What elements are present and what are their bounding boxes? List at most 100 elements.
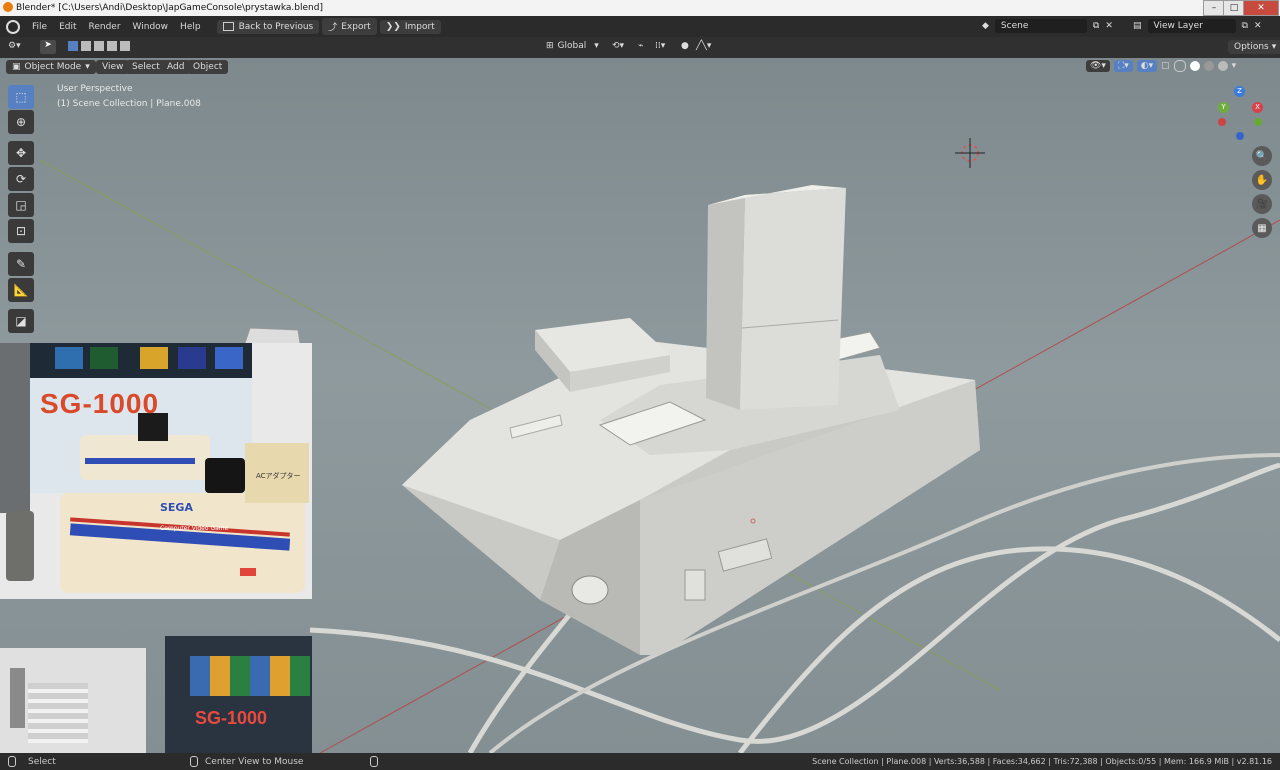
maximize-icon[interactable]: □ [1223, 0, 1245, 16]
delete-scene-icon[interactable]: ✕ [1105, 21, 1113, 31]
editor-type-icon[interactable]: ⚙▾ [8, 41, 21, 51]
shading-options-icon[interactable]: ▾ [1232, 61, 1237, 71]
camera-view-icon[interactable]: 🎥 [1252, 194, 1272, 214]
select-box-tool[interactable]: ⬚ [8, 85, 34, 109]
gizmo-icon[interactable]: ⛶▾ [1113, 60, 1133, 72]
navigation-gizmo[interactable]: Z Y X [1214, 84, 1270, 144]
x-axis-gizmo[interactable]: X [1252, 102, 1263, 113]
zoom-icon[interactable]: 🔍 [1252, 146, 1272, 166]
scale-icon: ◲ [15, 198, 27, 212]
game-tile-5 [215, 347, 243, 369]
export-button[interactable]: ⤴ Export [322, 18, 377, 35]
view-layer-field[interactable]: View Layer [1147, 19, 1236, 33]
import-button[interactable]: ❯❯ Import [379, 19, 441, 34]
snap-target-icon[interactable]: ⁞⁞▾ [655, 41, 665, 51]
annotate-tool[interactable]: ✎ [8, 252, 34, 276]
add-cube-tool[interactable]: ◪ [8, 309, 34, 333]
reference-2-vents [28, 683, 88, 743]
mode-extend-icon[interactable] [81, 41, 91, 51]
chevron-down-icon: ▾ [594, 41, 599, 51]
new-view-layer-icon[interactable]: ⧉ [1242, 21, 1248, 31]
falloff-icon[interactable]: ╱╲▾ [696, 41, 711, 51]
chevron-down-icon: ▾ [1271, 42, 1277, 52]
reference-3-tiles [190, 656, 310, 696]
shading-wireframe-icon[interactable] [1173, 60, 1186, 72]
pivot-icon[interactable]: ⟲▾ [612, 41, 624, 51]
ac-adapter [205, 458, 245, 493]
xray-icon[interactable]: ▢ [1161, 61, 1170, 71]
perspective-label: User Perspective [57, 84, 133, 94]
scene-statistics: Scene Collection | Plane.008 | Verts:36,… [812, 757, 1272, 766]
shading-solid-icon[interactable] [1189, 61, 1200, 71]
menu-window[interactable]: Window [127, 22, 175, 32]
shading-rendered-icon[interactable] [1217, 61, 1228, 71]
view-layer-icon: ▤ [1133, 21, 1142, 31]
status-center-label: Center View to Mouse [205, 756, 304, 767]
visibility-icon[interactable]: 👁▾ [1086, 60, 1110, 72]
blender-menu-icon[interactable] [6, 19, 20, 34]
game-tile-3 [140, 347, 168, 369]
orientation-dropdown[interactable]: ⊞ Global ▾ [546, 41, 599, 51]
minimize-icon[interactable]: – [1203, 0, 1225, 16]
tool-header: ⚙▾ ➤ ⊞ Global ▾ ⟲▾ ⌁ ⁞⁞▾ ● ╱╲▾ Options ▾ [0, 37, 1280, 58]
delete-view-layer-icon[interactable]: ✕ [1254, 21, 1262, 31]
menu-select[interactable]: Select [126, 60, 166, 74]
snap-icon[interactable]: ⌁ [638, 41, 643, 51]
back-to-previous-label: Back to Previous [238, 21, 314, 32]
cursor-tool[interactable]: ⊕ [8, 110, 34, 134]
rotate-tool[interactable]: ⟳ [8, 167, 34, 191]
transform-tool[interactable]: ⊡ [8, 219, 34, 243]
power-plug [571, 575, 609, 605]
side-port [684, 569, 706, 601]
status-select-label: Select [28, 756, 56, 767]
z-axis-gizmo[interactable]: Z [1234, 86, 1245, 97]
mode-intersect-icon[interactable] [120, 41, 130, 51]
back-to-previous-button[interactable]: Back to Previous [216, 19, 320, 34]
menu-render[interactable]: Render [83, 22, 127, 32]
menu-view[interactable]: View [96, 60, 130, 74]
select-mode-icons[interactable] [68, 41, 130, 51]
object-mode-label: Object Mode [24, 62, 82, 72]
reference-image-2 [0, 648, 146, 753]
overlays-icon[interactable]: ◐▾ [1136, 60, 1158, 72]
close-icon[interactable]: ✕ [1243, 0, 1279, 16]
new-scene-icon[interactable]: ⧉ [1093, 21, 1099, 31]
scene-field[interactable]: Scene [994, 19, 1087, 33]
move-tool[interactable]: ✥ [8, 141, 34, 165]
options-button[interactable]: Options ▾ [1228, 40, 1280, 54]
annotate-icon: ✎ [15, 257, 27, 271]
proportional-edit-icon[interactable]: ● [681, 41, 689, 51]
menu-object[interactable]: Object [187, 60, 229, 74]
view-layer-selector[interactable]: ▤ View Layer ⧉ ✕ [1133, 19, 1262, 33]
viewport-header: ▣ Object Mode ▾ View Select Add Object 👁… [0, 58, 1280, 76]
neg-z-gizmo[interactable] [1236, 132, 1244, 140]
rotate-icon: ⟳ [15, 172, 27, 186]
mouse-left-icon [8, 756, 16, 767]
mode-new-icon[interactable] [68, 41, 78, 51]
menu-edit[interactable]: Edit [53, 22, 82, 32]
neg-y-gizmo[interactable] [1254, 118, 1262, 126]
reference-subtitle: Computer Video Game [160, 525, 229, 532]
shading-material-icon[interactable] [1203, 61, 1214, 71]
move-icon: ✥ [15, 146, 27, 160]
cursor-icon: ⬚ [15, 90, 27, 104]
mode-subtract-icon[interactable] [94, 41, 104, 51]
select-tool-icon[interactable]: ➤ [40, 40, 56, 54]
perspective-toggle-icon[interactable]: ▦ [1252, 218, 1272, 238]
menu-help[interactable]: Help [174, 22, 207, 32]
measure-tool[interactable]: 📐 [8, 278, 34, 302]
scale-tool[interactable]: ◲ [8, 193, 34, 217]
status-bar: Select Center View to Mouse Scene Collec… [0, 753, 1280, 770]
neg-x-gizmo[interactable] [1218, 118, 1226, 126]
3d-viewport[interactable]: ▣ Object Mode ▾ View Select Add Object 👁… [0, 58, 1280, 753]
controller [6, 511, 34, 581]
reference-sega-logo: SEGA [160, 501, 193, 514]
pan-hand-icon[interactable]: ✋ [1252, 170, 1272, 190]
y-axis-gizmo[interactable]: Y [1218, 102, 1229, 113]
object-mode-dropdown[interactable]: ▣ Object Mode ▾ [6, 60, 96, 74]
mode-difference-icon[interactable] [107, 41, 117, 51]
menu-file[interactable]: File [26, 22, 53, 32]
window-titlebar: Blender* [C:\Users\Andi\Desktop\JapGameC… [0, 0, 1280, 16]
reference-image: SG-1000 SEGA Computer Video Game ACアダプター [0, 343, 312, 599]
scene-selector[interactable]: ◆ Scene ⧉ ✕ [982, 19, 1113, 33]
